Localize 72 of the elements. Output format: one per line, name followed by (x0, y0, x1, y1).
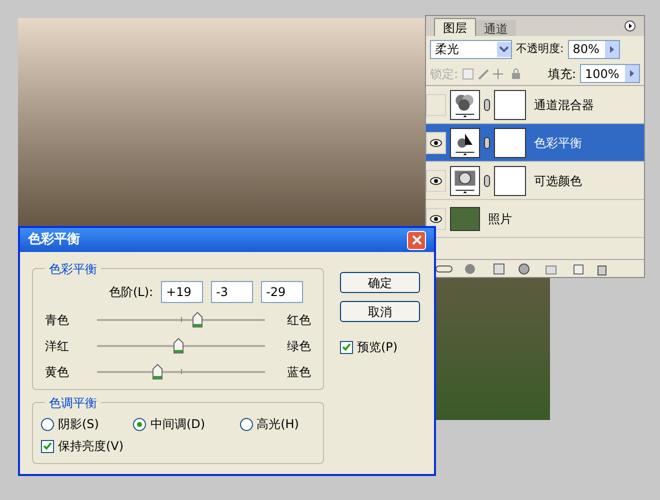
slider-track[interactable] (97, 311, 265, 329)
radio-label: 高光(H) (256, 416, 299, 433)
blend-mode-dropdown[interactable]: 柔光 (430, 40, 512, 58)
adjustment-thumbnail-icon (450, 166, 480, 196)
eye-icon (430, 138, 442, 146)
opacity-field[interactable]: 80% (568, 40, 620, 58)
lock-label: 锁定: (430, 66, 458, 82)
group-title: 色调平衡 (45, 394, 101, 412)
chain-link-icon (484, 174, 490, 186)
layer-name: 色彩平衡 (534, 134, 582, 152)
chain-link-icon (484, 98, 490, 110)
level-field[interactable]: -3 (211, 281, 254, 303)
slider-left-label: 青色 (45, 312, 70, 329)
layer-name: 通道混合器 (534, 96, 594, 114)
layer-name: 照片 (488, 210, 512, 228)
slider-thumb[interactable] (152, 364, 163, 380)
close-icon (412, 235, 422, 245)
panel-tab[interactable]: 通道 (476, 20, 516, 36)
photo-thumbnail (450, 206, 480, 230)
opacity-label: 不透明度: (516, 40, 564, 57)
chevron-down-icon (497, 42, 511, 56)
visibility-toggle[interactable] (426, 208, 446, 230)
checkmark-icon (342, 343, 351, 351)
layer-row[interactable]: 可选颜色 (426, 162, 644, 200)
adjustment-thumbnail-icon (450, 90, 480, 120)
level-field[interactable]: -29 (261, 281, 304, 303)
layer-row[interactable]: 照片 (426, 200, 644, 238)
level-field[interactable]: +19 (161, 281, 204, 303)
eye-icon (430, 176, 442, 184)
layer-mask-thumbnail (494, 128, 526, 158)
dialog-button[interactable]: 确定 (340, 272, 420, 293)
layer-row[interactable]: 色彩平衡 (426, 124, 644, 162)
radio-button[interactable] (41, 418, 54, 430)
radio-label: 中间调(D) (150, 416, 206, 433)
checkbox[interactable] (41, 440, 54, 452)
layer-row[interactable]: 通道混合器 (426, 86, 644, 124)
visibility-toggle[interactable] (426, 94, 446, 116)
slider-thumb[interactable] (173, 338, 184, 354)
slider-right-label: 蓝色 (286, 364, 311, 381)
checkbox-label: 预览(P) (357, 339, 398, 356)
panel-tab[interactable]: 图层 (434, 18, 476, 36)
visibility-toggle[interactable] (426, 170, 446, 192)
group-title: 色彩平衡 (45, 260, 101, 278)
levels-label: 色阶(L): (109, 284, 154, 301)
fill-label: 填充: (548, 66, 576, 82)
slider-thumb[interactable] (192, 312, 203, 328)
arrow-right-icon[interactable] (604, 40, 619, 58)
fill-field[interactable]: 100% (580, 64, 640, 83)
layer-mask-thumbnail (494, 166, 526, 196)
dialog-title: 色彩平衡 (28, 231, 81, 250)
dialog-button[interactable]: 取消 (340, 301, 420, 322)
slider-track[interactable] (97, 337, 265, 355)
checkbox-label: 保持亮度(V) (58, 438, 124, 455)
slider-left-label: 洋红 (45, 338, 70, 355)
arrow-right-icon[interactable] (625, 65, 639, 82)
visibility-toggle[interactable] (426, 132, 446, 154)
checkmark-icon (43, 442, 52, 450)
eye-icon (430, 214, 442, 222)
adjustment-thumbnail-icon (450, 128, 480, 158)
close-button[interactable] (407, 230, 426, 250)
slider-left-label: 黄色 (45, 364, 70, 381)
panel-menu-icon[interactable] (624, 20, 636, 32)
radio-button[interactable] (133, 418, 146, 430)
checkbox[interactable] (340, 340, 353, 354)
radio-button[interactable] (240, 418, 253, 430)
slider-track[interactable] (97, 363, 265, 381)
layer-mask-thumbnail (494, 90, 526, 120)
radio-label: 阴影(S) (58, 416, 99, 433)
slider-right-label: 绿色 (286, 338, 311, 355)
slider-right-label: 红色 (286, 312, 311, 329)
chain-link-icon (484, 136, 490, 148)
layer-name: 可选颜色 (534, 172, 582, 190)
